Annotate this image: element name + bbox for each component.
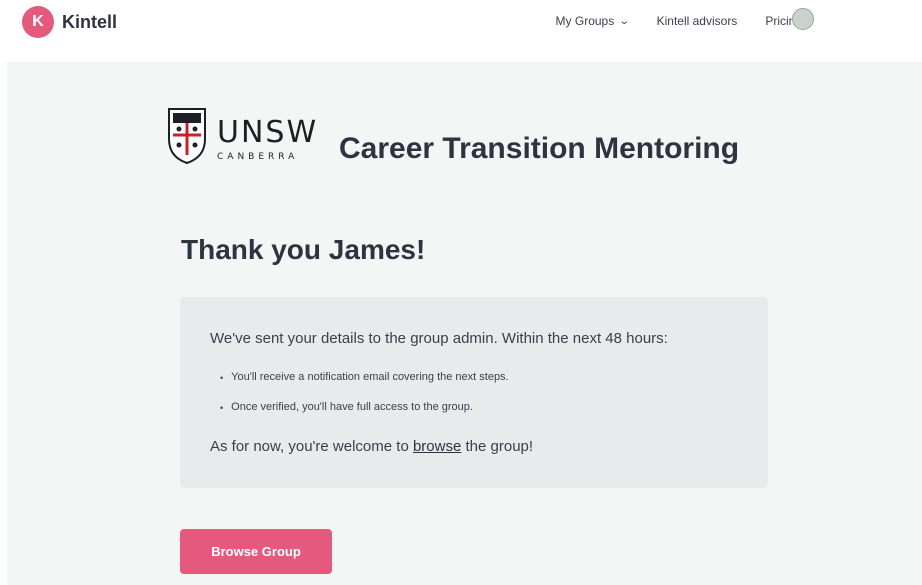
browse-link[interactable]: browse bbox=[413, 438, 461, 455]
main-nav: My Groups ⌄ Kintell advisors Pricing bbox=[556, 14, 802, 28]
footnote-suffix: the group! bbox=[461, 438, 534, 455]
program-title: Career Transition Mentoring bbox=[339, 132, 740, 165]
confirmation-info-box: We've sent your details to the group adm… bbox=[180, 297, 768, 488]
top-navigation-bar: K Kintell My Groups ⌄ Kintell advisors P… bbox=[0, 0, 922, 46]
chevron-down-icon: ⌄ bbox=[618, 15, 630, 27]
list-item: • You'll receive a notification email co… bbox=[220, 371, 509, 385]
content-panel: UNSW CANBERRA Career Transition Mentorin… bbox=[7, 62, 922, 585]
bullet-icon: • bbox=[220, 373, 224, 383]
bullet-icon: • bbox=[220, 403, 224, 413]
group-logo-subtitle: CANBERRA bbox=[217, 152, 299, 162]
next-steps-list: • You'll receive a notification email co… bbox=[220, 371, 509, 431]
group-logo-title: UNSW bbox=[217, 115, 319, 150]
brand-logo[interactable]: K Kintell bbox=[22, 6, 117, 38]
list-item-text: You'll receive a notification email cove… bbox=[231, 371, 509, 383]
confirmation-footnote: As for now, you're welcome to browse the… bbox=[210, 438, 533, 455]
user-avatar[interactable] bbox=[792, 8, 814, 30]
brand-avatar-icon: K bbox=[22, 6, 54, 38]
list-item-text: Once verified, you'll have full access t… bbox=[231, 401, 473, 413]
group-logo-text: UNSW CANBERRA bbox=[217, 115, 318, 162]
group-logo: UNSW CANBERRA bbox=[167, 107, 318, 165]
nav-kintell-advisors-label: Kintell advisors bbox=[656, 14, 738, 28]
brand-name: Kintell bbox=[62, 11, 118, 32]
nav-kintell-advisors[interactable]: Kintell advisors bbox=[657, 14, 738, 28]
list-item: • Once verified, you'll have full access… bbox=[220, 401, 509, 415]
browse-group-button[interactable]: Browse Group bbox=[180, 529, 332, 574]
confirmation-heading: Thank you James! bbox=[181, 234, 426, 265]
nav-my-groups-label: My Groups bbox=[555, 14, 615, 28]
crest-icon bbox=[167, 107, 207, 165]
footnote-prefix: As for now, you're welcome to bbox=[210, 438, 413, 455]
confirmation-lead: We've sent your details to the group adm… bbox=[210, 330, 668, 347]
nav-my-groups[interactable]: My Groups ⌄ bbox=[555, 14, 630, 28]
